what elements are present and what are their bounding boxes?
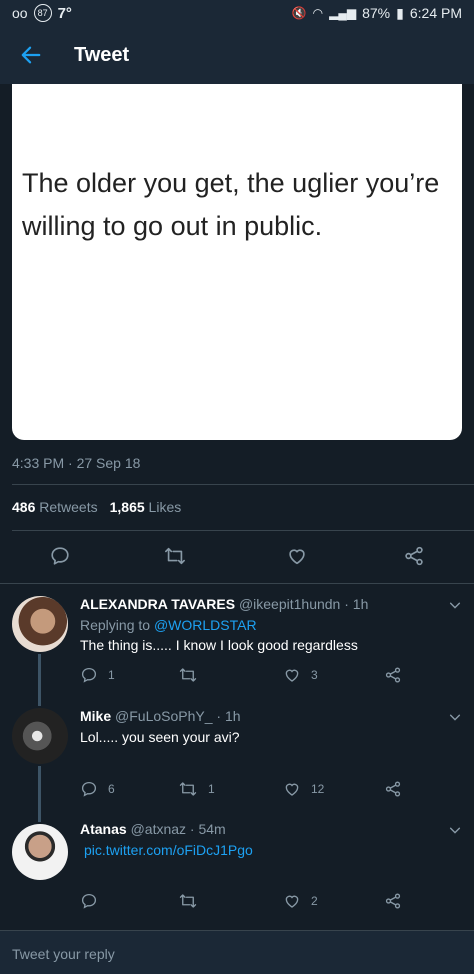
tweet-image-line-2: willing to go out in public. (22, 211, 323, 241)
chevron-down-icon[interactable] (448, 710, 464, 726)
retweet-button[interactable] (178, 666, 208, 684)
status-right: 🔇 ◠ ▂▄▆ 87% ▮ 6:24 PM (292, 5, 462, 22)
like-button[interactable]: 3 (283, 666, 318, 684)
reply-count: 6 (108, 782, 115, 796)
compose-bar (0, 930, 474, 974)
tweet-stats: 486 Retweets 1,865 Likes (12, 499, 181, 515)
notification-badge: 87 (33, 4, 52, 22)
retweet-button[interactable]: 1 (178, 780, 215, 798)
reply-meta: @FuLoSoPhY_ · 1h (115, 708, 241, 724)
temperature: 7° (57, 4, 72, 22)
reply-meta: @atxnaz · 54m (130, 821, 226, 837)
tweet-image-text: The older you get, the uglier you’re wil… (22, 162, 452, 248)
reply-icon (81, 893, 97, 909)
reply-input[interactable] (12, 944, 452, 964)
reply-count: 1 (108, 668, 115, 682)
tweet-timestamp: 4:33 PM · 27 Sep 18 (12, 455, 141, 471)
reply-header: ALEXANDRA TAVARES @ikeepit1hundn · 1h (80, 596, 368, 612)
reply-icon (81, 781, 97, 797)
share-button[interactable] (384, 780, 402, 798)
retweet-icon[interactable] (160, 540, 190, 572)
like-count: 3 (311, 668, 318, 682)
avatar[interactable] (12, 596, 68, 652)
status-time: 6:24 PM (409, 5, 462, 21)
reply-author-name[interactable]: Atanas (80, 821, 127, 837)
app-header: Tweet (0, 26, 474, 84)
tweet-image[interactable]: The older you get, the uglier you’re wil… (12, 84, 462, 440)
like-button[interactable]: 12 (283, 780, 324, 798)
reply-media-link[interactable]: pic.twitter.com/oFiDcJ1Pgo (84, 842, 253, 858)
chevron-down-icon[interactable] (448, 823, 464, 839)
status-bar: oo 87 7° 🔇 ◠ ▂▄▆ 87% ▮ 6:24 PM (0, 0, 474, 26)
retweet-label: Retweets (39, 499, 98, 515)
share-icon (385, 781, 401, 797)
thread-line (38, 808, 41, 822)
retweets-stat[interactable]: 486 Retweets (12, 499, 98, 515)
share-icon[interactable] (399, 540, 429, 572)
share-button[interactable] (384, 892, 402, 910)
reply-button[interactable]: 1 (80, 666, 115, 684)
heart-icon (285, 895, 299, 908)
like-label: Likes (148, 499, 182, 515)
retweet-count: 1 (208, 782, 215, 796)
heart-icon[interactable] (282, 540, 312, 572)
voicemail-icon: oo (12, 5, 28, 21)
battery-level: 87% (362, 5, 391, 21)
wifi-icon: ◠ (312, 6, 324, 20)
share-icon (385, 893, 401, 909)
reply-icon (81, 667, 97, 683)
tweet-image-line-1: The older you get, the uglier you’re (22, 168, 440, 198)
reply-author-name[interactable]: Mike (80, 708, 111, 724)
heart-icon (285, 669, 299, 682)
page-title: Tweet (74, 43, 130, 66)
reply-author-name[interactable]: ALEXANDRA TAVARES (80, 596, 235, 612)
reply-tweet[interactable]: Atanas @atxnaz · 54m pic.twitter.com/oFi… (0, 808, 474, 926)
retweet-count: 486 (12, 499, 36, 515)
avatar[interactable] (12, 824, 68, 880)
reply-text: Lol..... you seen your avi? (80, 729, 240, 745)
like-count: 12 (311, 782, 325, 796)
reply-icon[interactable] (45, 540, 75, 572)
tweet-action-bar (0, 540, 474, 574)
heart-icon (285, 783, 299, 796)
battery-icon: ▮ (396, 4, 404, 21)
like-count: 2 (311, 894, 318, 908)
signal-icon: ▂▄▆ (329, 6, 357, 20)
divider (12, 530, 474, 531)
reply-button[interactable] (80, 892, 108, 910)
reply-header: Mike @FuLoSoPhY_ · 1h (80, 708, 241, 724)
replying-to: Replying to @WORLDSTAR (80, 617, 257, 633)
chevron-down-icon[interactable] (448, 598, 464, 614)
retweet-icon (179, 668, 197, 682)
likes-stat[interactable]: 1,865 Likes (110, 499, 182, 515)
status-left: oo 87 7° (12, 4, 72, 22)
share-button[interactable] (384, 666, 402, 684)
retweet-icon (179, 782, 197, 796)
share-icon (385, 667, 401, 683)
back-arrow-icon[interactable] (0, 26, 62, 84)
retweet-icon (179, 894, 197, 908)
replying-label: Replying to (80, 617, 151, 633)
thread-line (38, 766, 41, 808)
retweet-button[interactable] (178, 892, 208, 910)
thread-line (38, 696, 41, 706)
reply-button[interactable]: 6 (80, 780, 115, 798)
reply-tweet[interactable]: ALEXANDRA TAVARES @ikeepit1hundn · 1h Re… (0, 584, 474, 696)
replying-handle-link[interactable]: @WORLDSTAR (154, 617, 257, 633)
reply-meta: @ikeepit1hundn · 1h (238, 596, 369, 612)
avatar[interactable] (12, 708, 68, 764)
thread-line (38, 654, 41, 696)
reply-header: Atanas @atxnaz · 54m (80, 821, 226, 837)
like-button[interactable]: 2 (283, 892, 318, 910)
reply-text: The thing is..... I know I look good reg… (80, 637, 358, 653)
like-count: 1,865 (109, 499, 145, 515)
divider (12, 484, 474, 485)
mute-icon: 🔇 (291, 6, 307, 20)
reply-tweet[interactable]: Mike @FuLoSoPhY_ · 1h Lol..... you seen … (0, 696, 474, 808)
